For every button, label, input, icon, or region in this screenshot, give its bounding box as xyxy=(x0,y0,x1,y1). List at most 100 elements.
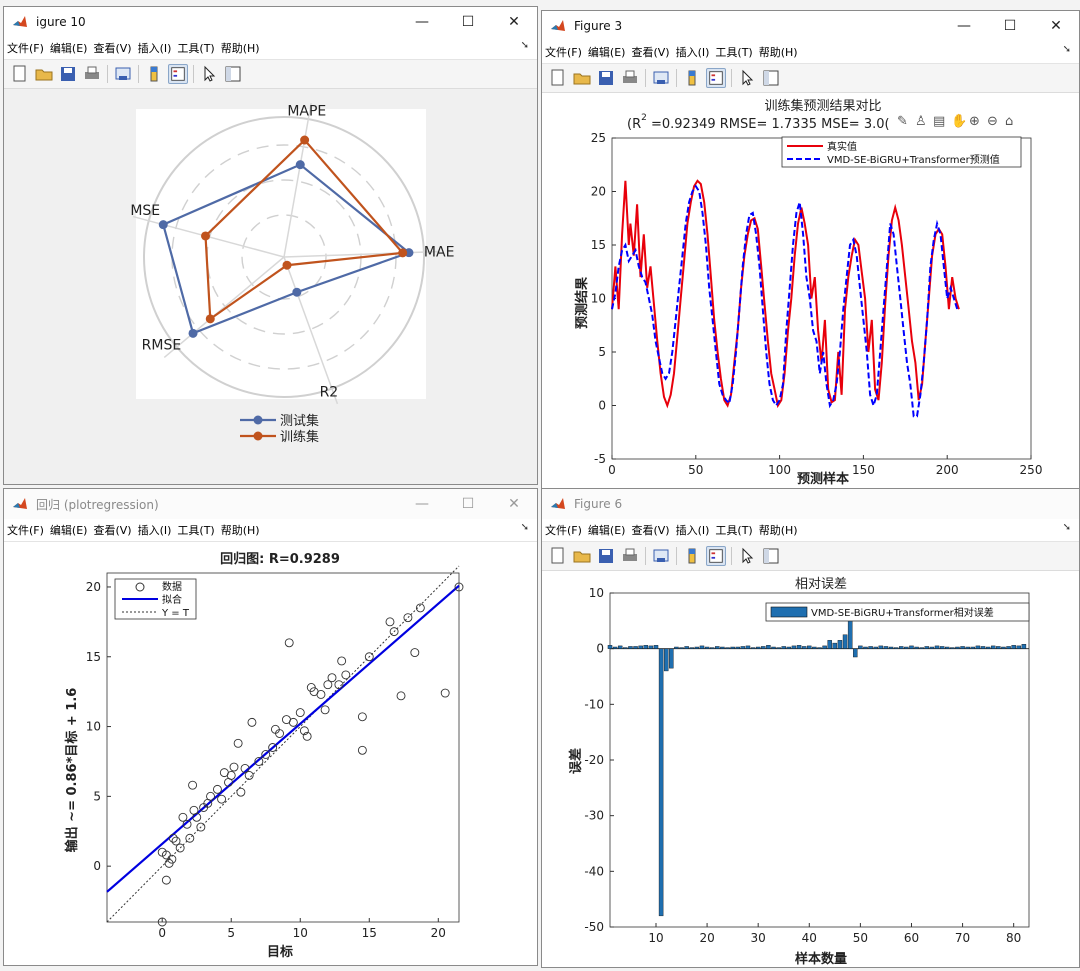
bar xyxy=(904,646,909,649)
minimize-icon[interactable]: — xyxy=(399,7,445,37)
chart-legend: 数据 拟合 Y = T xyxy=(114,578,197,620)
legend-train-marker xyxy=(253,431,263,441)
menu-edit[interactable]: 编辑(E) xyxy=(585,44,629,60)
colorbar-icon[interactable] xyxy=(144,64,164,84)
minimize-icon[interactable]: — xyxy=(941,11,987,41)
print-icon[interactable] xyxy=(620,68,640,88)
close-icon[interactable]: ✕ xyxy=(491,7,537,37)
menu-view[interactable]: 查看(V) xyxy=(90,522,134,538)
menu-file[interactable]: 文件(F) xyxy=(4,522,47,538)
legend-icon[interactable] xyxy=(168,64,188,84)
chart-title: 训练集预测结果对比 xyxy=(764,98,881,114)
maximize-icon[interactable]: ☐ xyxy=(987,11,1033,41)
bar xyxy=(893,647,899,649)
menu-view[interactable]: 查看(V) xyxy=(628,44,672,60)
property-editor-icon[interactable] xyxy=(223,64,243,84)
zoom-in-icon[interactable]: ⊕ xyxy=(969,114,980,129)
save-icon[interactable] xyxy=(596,546,616,566)
x-tick-label: 15 xyxy=(362,926,377,940)
y-tick-label: 5 xyxy=(93,789,101,803)
property-editor-icon[interactable] xyxy=(761,68,781,88)
pointer-icon[interactable] xyxy=(199,64,219,84)
new-file-icon[interactable] xyxy=(10,64,30,84)
datatip-icon[interactable]: ▤ xyxy=(933,114,945,129)
menu-insert[interactable]: 插入(I) xyxy=(673,522,713,538)
pointer-icon[interactable] xyxy=(737,68,757,88)
bar xyxy=(1006,646,1011,649)
minimize-icon[interactable]: — xyxy=(399,489,445,519)
export-icon[interactable]: ♙ xyxy=(915,114,927,129)
x-tick-label: 30 xyxy=(751,931,766,945)
dock-arrow-icon[interactable]: ➘ xyxy=(521,522,529,533)
matlab-logo-icon xyxy=(551,20,565,31)
menu-tools[interactable]: 工具(T) xyxy=(712,522,755,538)
bar xyxy=(669,648,674,669)
menu-help[interactable]: 帮助(H) xyxy=(756,44,801,60)
menu-insert[interactable]: 插入(I) xyxy=(673,44,713,60)
figure-canvas: MAPE MAE R2 RMSE MSE 测试集 训练集 xyxy=(4,89,537,484)
figure-3-window: Figure 3 — ☐ ✕ 文件(F) 编辑(E) 查看(V) 插入(I) 工… xyxy=(541,10,1080,490)
pointer-icon[interactable] xyxy=(737,546,757,566)
title-bar[interactable]: Figure 3 — ☐ ✕ xyxy=(542,11,1079,41)
dock-arrow-icon[interactable]: ➘ xyxy=(1063,522,1071,533)
brush-icon[interactable]: ✎ xyxy=(897,114,908,129)
menu-tools[interactable]: 工具(T) xyxy=(174,40,217,56)
legend-icon[interactable] xyxy=(706,546,726,566)
menu-file[interactable]: 文件(F) xyxy=(4,40,47,56)
colorbar-icon[interactable] xyxy=(682,68,702,88)
close-icon[interactable]: ✕ xyxy=(1033,11,1079,41)
menu-help[interactable]: 帮助(H) xyxy=(218,40,263,56)
menu-edit[interactable]: 编辑(E) xyxy=(585,522,629,538)
bar xyxy=(1011,645,1016,649)
menu-file[interactable]: 文件(F) xyxy=(542,522,585,538)
bar xyxy=(663,648,669,672)
bar xyxy=(715,646,720,649)
menu-tools[interactable]: 工具(T) xyxy=(174,522,217,538)
new-file-icon[interactable] xyxy=(548,546,568,566)
title-bar[interactable]: Figure 6 xyxy=(542,489,1079,519)
pan-icon[interactable]: ✋ xyxy=(951,113,967,129)
bar xyxy=(745,645,751,649)
maximize-icon[interactable]: ☐ xyxy=(445,489,491,519)
title-bar[interactable]: 回归 (plotregression) — ☐ ✕ xyxy=(4,489,537,519)
dock-arrow-icon[interactable]: ➘ xyxy=(1063,44,1071,55)
menu-file[interactable]: 文件(F) xyxy=(542,44,585,60)
link-plot-icon[interactable] xyxy=(113,64,133,84)
y-tick-label: -30 xyxy=(584,809,604,823)
menu-view[interactable]: 查看(V) xyxy=(628,522,672,538)
maximize-icon[interactable]: ☐ xyxy=(445,7,491,37)
save-icon[interactable] xyxy=(596,68,616,88)
title-bar[interactable]: igure 10 — ☐ ✕ xyxy=(4,7,537,37)
property-editor-icon[interactable] xyxy=(761,546,781,566)
dock-arrow-icon[interactable]: ➘ xyxy=(521,40,529,51)
home-icon[interactable]: ⌂ xyxy=(1005,114,1013,129)
bar xyxy=(1021,644,1027,649)
x-tick-label: 250 xyxy=(1020,463,1043,477)
close-icon[interactable]: ✕ xyxy=(491,489,537,519)
menu-insert[interactable]: 插入(I) xyxy=(135,40,175,56)
menu-help[interactable]: 帮助(H) xyxy=(218,522,263,538)
new-file-icon[interactable] xyxy=(548,68,568,88)
print-icon[interactable] xyxy=(82,64,102,84)
open-folder-icon[interactable] xyxy=(572,68,592,88)
menu-tools[interactable]: 工具(T) xyxy=(712,44,755,60)
print-icon[interactable] xyxy=(620,546,640,566)
open-folder-icon[interactable] xyxy=(34,64,54,84)
y-tick-label: 15 xyxy=(86,650,101,664)
y-tick-label: 10 xyxy=(86,720,101,734)
open-folder-icon[interactable] xyxy=(572,546,592,566)
colorbar-icon[interactable] xyxy=(682,546,702,566)
bar xyxy=(873,646,878,649)
bar xyxy=(837,640,843,649)
legend-icon[interactable] xyxy=(706,68,726,88)
save-icon[interactable] xyxy=(58,64,78,84)
menu-edit[interactable]: 编辑(E) xyxy=(47,522,91,538)
link-plot-icon[interactable] xyxy=(651,546,671,566)
window-title: Figure 6 xyxy=(574,497,623,511)
menu-help[interactable]: 帮助(H) xyxy=(756,522,801,538)
link-plot-icon[interactable] xyxy=(651,68,671,88)
menu-insert[interactable]: 插入(I) xyxy=(135,522,175,538)
menu-view[interactable]: 查看(V) xyxy=(90,40,134,56)
zoom-out-icon[interactable]: ⊖ xyxy=(987,114,998,129)
menu-edit[interactable]: 编辑(E) xyxy=(47,40,91,56)
